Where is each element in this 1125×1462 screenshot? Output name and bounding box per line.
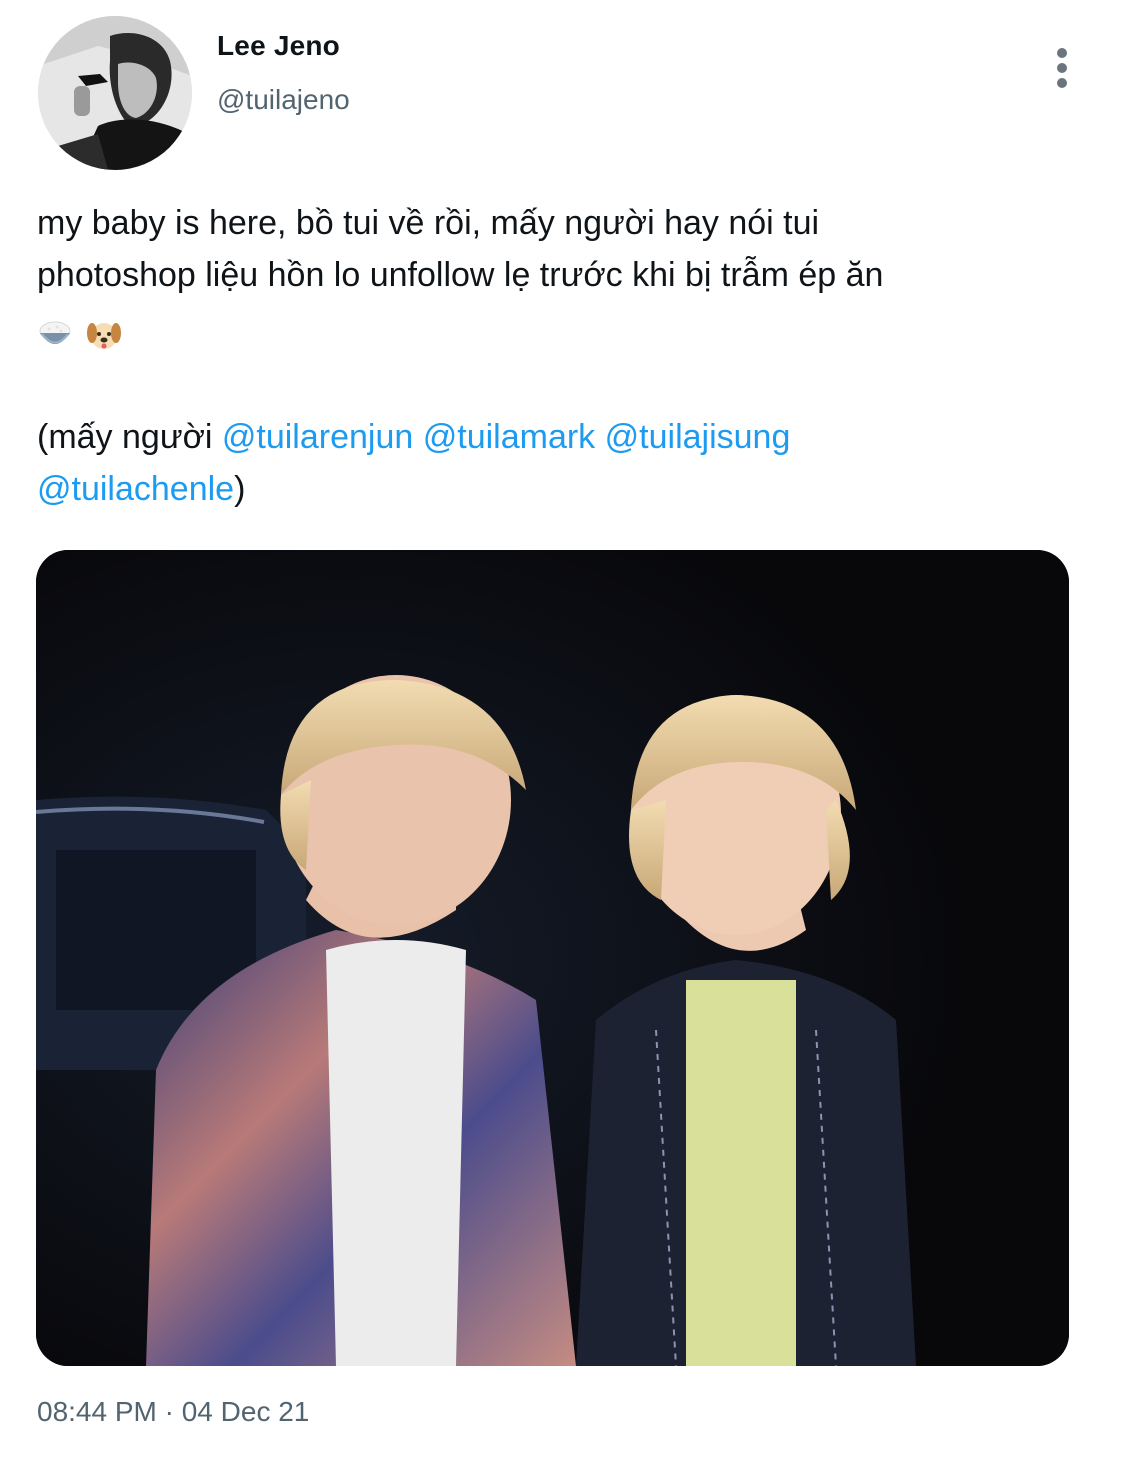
tweet-media-photo[interactable] [36, 550, 1069, 1366]
mention-link[interactable]: @tuilajisung [605, 418, 791, 456]
tweet-line-2: photoshop liệu hồn lo unfollow lẹ trước … [37, 256, 884, 294]
dog-face-icon [87, 323, 122, 350]
menu-dot [1057, 63, 1067, 73]
tweet-text: my baby is here, bồ tui về rồi, mấy ngườ… [37, 197, 1077, 515]
mention-link[interactable]: @tuilachenle [37, 470, 234, 508]
tweet-line-1: my baby is here, bồ tui về rồi, mấy ngườ… [37, 204, 820, 242]
mention-link[interactable]: @tuilamark [423, 418, 595, 456]
author-handle[interactable]: @tuilajeno [217, 84, 350, 116]
menu-dot [1057, 78, 1067, 88]
avatar-image [38, 16, 192, 170]
mention-prefix: (mấy người [37, 418, 222, 456]
avatar[interactable] [38, 16, 192, 170]
mention-suffix: ) [234, 470, 246, 508]
mention-link[interactable]: @tuilarenjun [222, 418, 413, 456]
more-options-icon[interactable] [1044, 44, 1080, 92]
emoji-row [37, 307, 1077, 359]
mentions-line-2: @tuilachenle) [37, 463, 1077, 515]
tweet-timestamp[interactable]: 08:44 PM · 04 Dec 21 [37, 1396, 309, 1428]
rice-bowl-icon [39, 321, 71, 345]
author-display-name[interactable]: Lee Jeno [217, 30, 340, 62]
photo-image [36, 550, 1069, 1366]
mentions-line-1: (mấy người @tuilarenjun @tuilamark @tuil… [37, 411, 1077, 463]
menu-dot [1057, 48, 1067, 58]
